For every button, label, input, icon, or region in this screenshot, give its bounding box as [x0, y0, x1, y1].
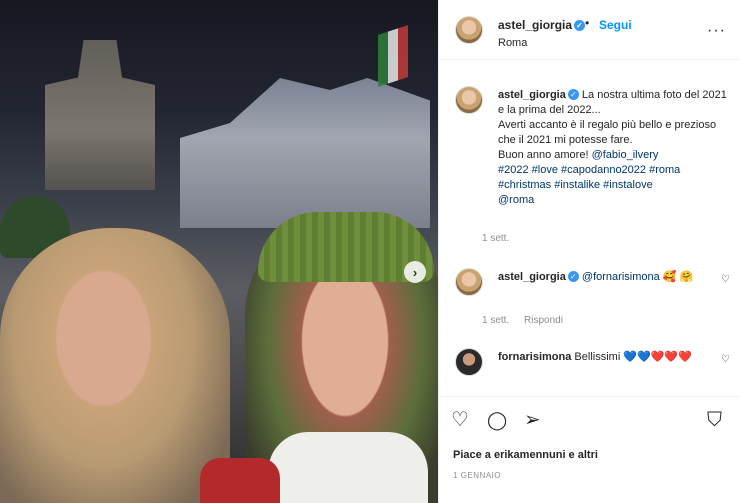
photo-person-woman [0, 228, 230, 503]
reply-button[interactable]: Rispondi [524, 315, 563, 326]
likes-summary[interactable]: Piace a erikamennuni e altri [453, 449, 598, 461]
comment-like-icon[interactable]: ♡ [721, 354, 730, 365]
caption-hashtags[interactable]: #2022 #love #capodanno2022 #roma #christ… [498, 164, 680, 191]
action-bar: ♡ ◯ ➢ ⛉ Piace a erikamennuni e altri 1 G… [439, 396, 740, 503]
author-username-row: astel_giorgia ✓ [498, 18, 586, 32]
photo-monument [180, 78, 430, 228]
caption-text-3: Buon anno amore! [498, 149, 592, 161]
caption-text-2: Averti accanto è il regalo più bello e p… [498, 119, 717, 146]
verified-icon: ✓ [567, 89, 579, 100]
caption-body: astel_giorgia ✓ La nostra ultima foto del… [498, 88, 730, 208]
follow-button[interactable]: Segui [599, 18, 632, 32]
comment-emoji: 💙💙❤️❤️❤️ [623, 351, 692, 363]
separator-dot: • [585, 16, 590, 30]
more-options-icon[interactable]: ··· [707, 22, 726, 40]
comment-avatar[interactable] [455, 348, 483, 376]
chevron-right-icon: › [412, 264, 418, 280]
photo-jacket [200, 458, 280, 503]
caption-username[interactable]: astel_giorgia [498, 89, 566, 101]
comment-body: astel_giorgia ✓ @fornarisimona 🥰 🤗 [498, 270, 730, 285]
author-avatar[interactable] [455, 16, 483, 44]
comment-mention[interactable]: @fornarisimona [582, 271, 660, 283]
photo-statue [45, 40, 155, 190]
caption-mention-roma[interactable]: @roma [498, 194, 534, 206]
photo-scarf [268, 432, 428, 503]
comment-username[interactable]: astel_giorgia [498, 271, 566, 283]
photo-flag [378, 25, 408, 87]
verified-icon: ✓ [567, 271, 579, 282]
comment-time[interactable]: 1 sett. [482, 315, 509, 326]
comment-text: Bellissimi [574, 351, 621, 363]
caption-avatar[interactable] [455, 86, 483, 114]
location-link[interactable]: Roma [498, 37, 527, 49]
comment-body: fornarisimona Bellissimi 💙💙❤️❤️❤️ [498, 350, 730, 365]
post-date: 1 GENNAIO [453, 471, 502, 480]
caption-time[interactable]: 1 sett. [482, 233, 509, 244]
comment-username[interactable]: fornarisimona [498, 351, 571, 363]
caption-mention-fabio[interactable]: @fabio_ilvery [592, 149, 659, 161]
verified-icon: ✓ [574, 20, 586, 31]
next-photo-button[interactable]: › [404, 261, 426, 283]
comment-emoji: 🥰 🤗 [662, 271, 694, 283]
post-photo[interactable]: › [0, 0, 438, 503]
post-side-panel: astel_giorgia ✓ • Segui Roma ··· astel_gi… [438, 0, 740, 503]
post-header: astel_giorgia ✓ • Segui Roma ··· [439, 0, 740, 60]
share-icon[interactable]: ➢ [524, 409, 541, 431]
bookmark-icon[interactable]: ⛉ [707, 409, 722, 431]
comment-like-icon[interactable]: ♡ [721, 274, 730, 285]
comment-icon[interactable]: ◯ [487, 409, 507, 431]
heart-icon[interactable]: ♡ [451, 409, 469, 431]
author-username[interactable]: astel_giorgia [498, 18, 572, 32]
comment-avatar[interactable] [455, 268, 483, 296]
comment-meta: 1 sett. Rispondi [482, 315, 575, 326]
caption-meta: 1 sett. [482, 233, 521, 244]
